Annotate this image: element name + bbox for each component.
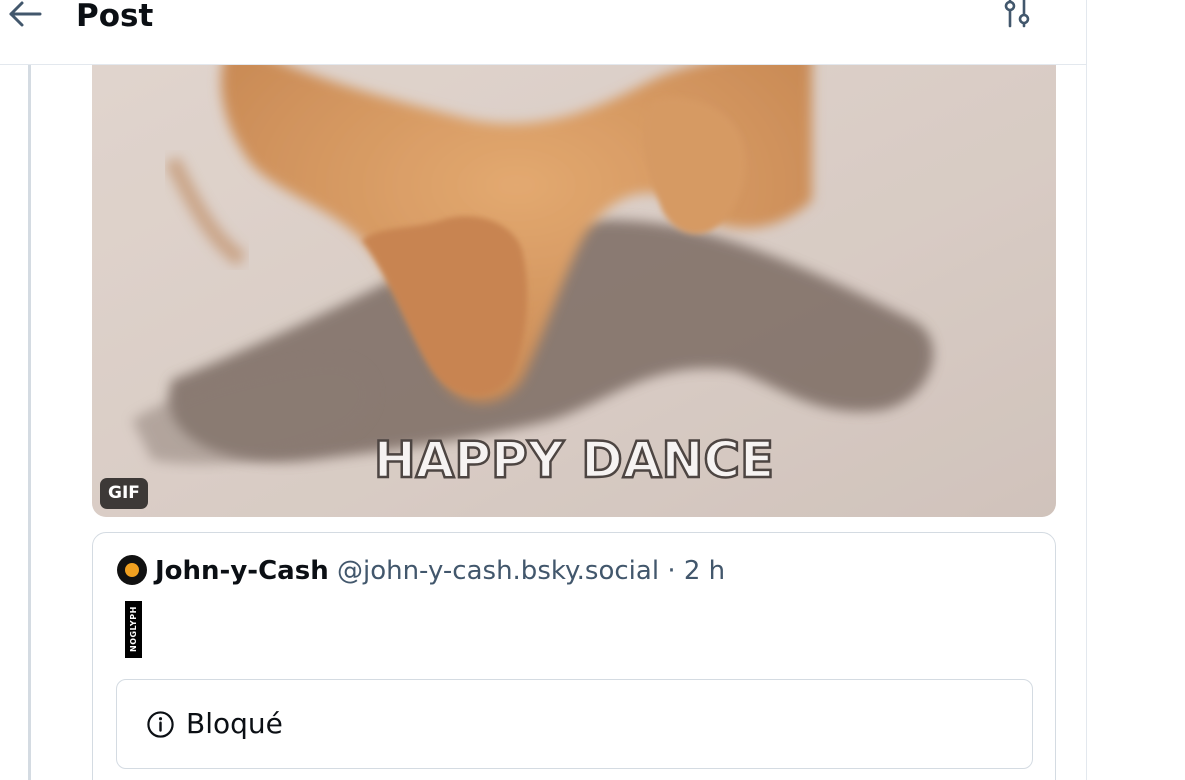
author-handle[interactable]: @john-y-cash.bsky.social — [337, 556, 659, 586]
post-thread-column: HAPPY DANCE GIF John-y-Cash @john-y-cash… — [0, 0, 1087, 780]
blocked-label: Bloqué — [186, 707, 283, 740]
avatar[interactable] — [117, 555, 147, 585]
post-time[interactable]: 2 h — [684, 556, 725, 586]
quoted-post-meta: John-y-Cash @john-y-cash.bsky.social · 2… — [117, 555, 725, 587]
noglyph-image: NOGLYPH — [125, 601, 142, 658]
blocked-notice: Bloqué — [116, 679, 1033, 769]
post-header: Post — [0, 0, 1086, 65]
meta-separator: · — [659, 556, 684, 586]
sliders-icon[interactable] — [1000, 0, 1036, 36]
gif-embed[interactable]: HAPPY DANCE GIF — [92, 40, 1056, 517]
thread-line — [28, 64, 31, 780]
gif-frame: HAPPY DANCE — [92, 40, 1056, 517]
info-circle-icon — [147, 711, 174, 738]
arrow-left-icon[interactable] — [4, 0, 44, 36]
gif-caption: HAPPY DANCE — [374, 431, 774, 489]
author-name[interactable]: John-y-Cash — [155, 556, 329, 586]
gif-badge: GIF — [100, 478, 148, 509]
quoted-post[interactable]: John-y-Cash @john-y-cash.bsky.social · 2… — [92, 532, 1056, 780]
page-title: Post — [76, 0, 154, 34]
